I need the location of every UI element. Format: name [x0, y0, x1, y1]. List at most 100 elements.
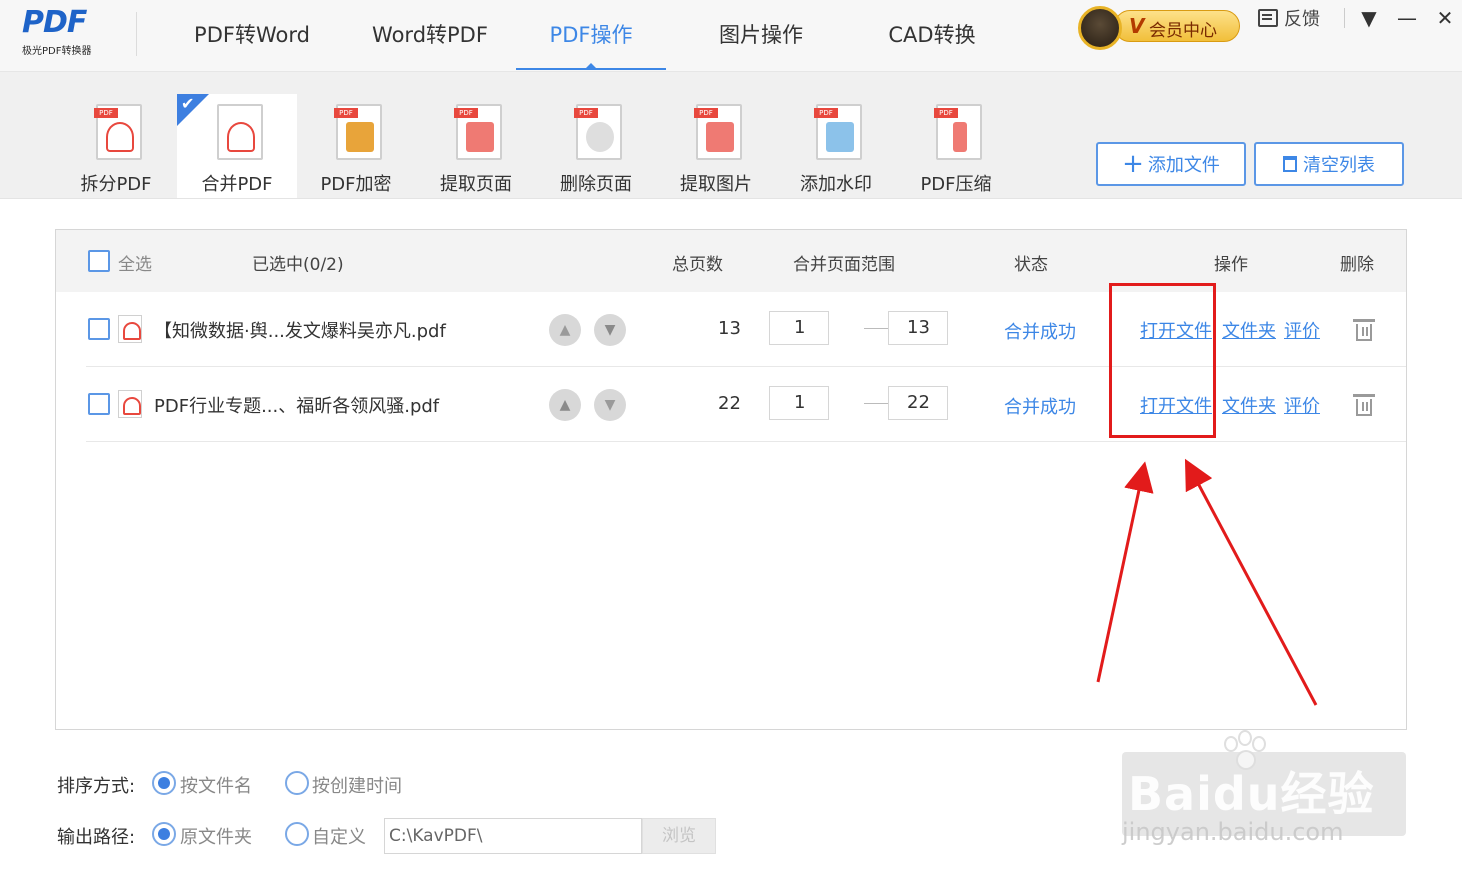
tool-label: 拆分PDF [80, 174, 152, 195]
pdf-file-icon [118, 390, 142, 418]
tool-label: 删除页面 [560, 174, 632, 195]
divider [136, 12, 137, 56]
main-tabs: PDF转Word Word转PDF PDF操作 图片操作 CAD转换 [160, 0, 1008, 70]
output-custom-label[interactable]: 自定义 [312, 823, 366, 849]
vip-label: 会员中心 [1149, 21, 1217, 41]
tab-image-operations[interactable]: 图片操作 [666, 0, 856, 70]
output-path-label: 输出路径: [57, 827, 136, 848]
vip-center-button[interactable]: V 会员中心 [1078, 6, 1240, 50]
sort-by-time-label[interactable]: 按创建时间 [312, 772, 402, 798]
split-pdf-icon: PDF [90, 104, 142, 162]
tool-delete-page[interactable]: PDF 删除页面 [536, 94, 656, 198]
select-all-checkbox[interactable] [88, 250, 110, 272]
compress-pdf-icon: PDF [930, 104, 982, 162]
tab-pdf-to-word[interactable]: PDF转Word [160, 0, 344, 70]
tool-label: 提取页面 [440, 174, 512, 195]
header-operation: 操作 [1214, 255, 1248, 275]
logo-mark: PDF [22, 5, 87, 40]
header-status: 状态 [1014, 255, 1048, 275]
window-controls: ▼ — ✕ [1356, 4, 1458, 32]
output-original-label[interactable]: 原文件夹 [180, 823, 252, 849]
delete-page-icon: PDF [570, 104, 622, 162]
delete-row-icon[interactable] [1353, 319, 1375, 341]
avatar[interactable] [1078, 6, 1122, 50]
add-file-label: 添加文件 [1147, 155, 1220, 176]
output-custom-radio[interactable] [285, 822, 309, 846]
clear-list-label: 清空列表 [1303, 155, 1375, 176]
output-original-radio[interactable] [152, 822, 176, 846]
clear-list-button[interactable]: 清空列表 [1254, 142, 1404, 186]
close-icon[interactable]: ✕ [1432, 4, 1458, 32]
header-merge-range: 合并页面范围 [793, 255, 895, 275]
open-folder-link[interactable]: 文件夹 [1222, 317, 1276, 343]
range-to-input[interactable]: 13 [888, 311, 948, 345]
status-text: 合并成功 [1004, 397, 1076, 418]
trash-icon [1283, 156, 1297, 172]
pdf-file-icon [118, 315, 142, 343]
tool-label: PDF压缩 [920, 174, 992, 195]
page-count: 22 [718, 393, 741, 414]
extract-page-icon: PDF [450, 104, 502, 162]
selected-count: 已选中(0/2) [252, 255, 344, 275]
watermark-url: jingyan.baidu.com [1122, 818, 1344, 846]
move-up-icon[interactable]: ▲ [549, 389, 581, 421]
tab-word-to-pdf[interactable]: Word转PDF [344, 0, 516, 70]
tool-encrypt-pdf[interactable]: PDF PDF加密 [296, 94, 416, 198]
watermark-icon: PDF [810, 104, 862, 162]
tool-merge-pdf[interactable]: ✔ 合并PDF [177, 94, 297, 198]
tool-extract-page[interactable]: PDF 提取页面 [416, 94, 536, 198]
page-count: 13 [718, 318, 741, 339]
move-up-icon[interactable]: ▲ [549, 314, 581, 346]
row-checkbox[interactable] [88, 393, 110, 415]
paw-logo-icon [1218, 730, 1272, 772]
file-name: 【知微数据·舆...发文爆料吴亦凡.pdf [154, 321, 446, 342]
output-path-input[interactable]: C:\KavPDF\ [384, 818, 642, 854]
range-from-input[interactable]: 1 [769, 386, 829, 420]
range-from-input[interactable]: 1 [769, 311, 829, 345]
tool-label: 提取图片 [680, 174, 752, 195]
vip-badge-icon: V [1129, 14, 1145, 38]
range-separator [864, 328, 888, 329]
tool-compress-pdf[interactable]: PDF PDF压缩 [896, 94, 1016, 198]
tool-extract-image[interactable]: PDF 提取图片 [656, 94, 776, 198]
app-logo: PDF 极光PDF转换器 [22, 6, 114, 58]
vip-pill: V 会员中心 [1114, 10, 1240, 42]
feedback-label: 反馈 [1284, 9, 1320, 30]
minimize-icon[interactable]: — [1394, 4, 1420, 32]
header-delete: 删除 [1340, 255, 1374, 275]
browse-button[interactable]: 浏览 [642, 818, 716, 854]
tool-label: PDF加密 [320, 174, 392, 195]
extract-image-icon: PDF [690, 104, 742, 162]
rate-link[interactable]: 评价 [1284, 392, 1320, 418]
rate-link[interactable]: 评价 [1284, 317, 1320, 343]
sort-label: 排序方式: [57, 776, 136, 797]
merge-pdf-icon [211, 104, 263, 162]
header-total-pages: 总页数 [672, 255, 723, 275]
row-checkbox[interactable] [88, 318, 110, 340]
sort-by-name-radio[interactable] [152, 771, 176, 795]
sort-by-name-label[interactable]: 按文件名 [180, 772, 252, 798]
range-separator [864, 403, 888, 404]
file-name: PDF行业专题...、福昕各领风骚.pdf [154, 396, 440, 417]
feedback-icon [1258, 9, 1278, 27]
tool-split-pdf[interactable]: PDF 拆分PDF [56, 94, 176, 198]
range-to-input[interactable]: 22 [888, 386, 948, 420]
tool-add-watermark[interactable]: PDF 添加水印 [776, 94, 896, 198]
sort-by-time-radio[interactable] [285, 771, 309, 795]
annotation-highlight-box [1109, 283, 1216, 438]
add-file-button[interactable]: + 添加文件 [1096, 142, 1246, 186]
encrypt-pdf-icon: PDF [330, 104, 382, 162]
open-folder-link[interactable]: 文件夹 [1222, 392, 1276, 418]
delete-row-icon[interactable] [1353, 394, 1375, 416]
move-down-icon[interactable]: ▼ [594, 314, 626, 346]
status-text: 合并成功 [1004, 322, 1076, 343]
move-down-icon[interactable]: ▼ [594, 389, 626, 421]
tab-cad-convert[interactable]: CAD转换 [856, 0, 1008, 70]
select-all-label[interactable]: 全选 [118, 250, 152, 275]
tab-pdf-operations[interactable]: PDF操作 [516, 0, 666, 70]
divider [1344, 8, 1345, 28]
feedback-button[interactable]: 反馈 [1258, 6, 1320, 30]
title-bar: PDF 极光PDF转换器 PDF转Word Word转PDF PDF操作 图片操… [0, 0, 1462, 72]
menu-dropdown-icon[interactable]: ▼ [1356, 4, 1382, 32]
logo-subtitle: 极光PDF转换器 [22, 46, 92, 57]
